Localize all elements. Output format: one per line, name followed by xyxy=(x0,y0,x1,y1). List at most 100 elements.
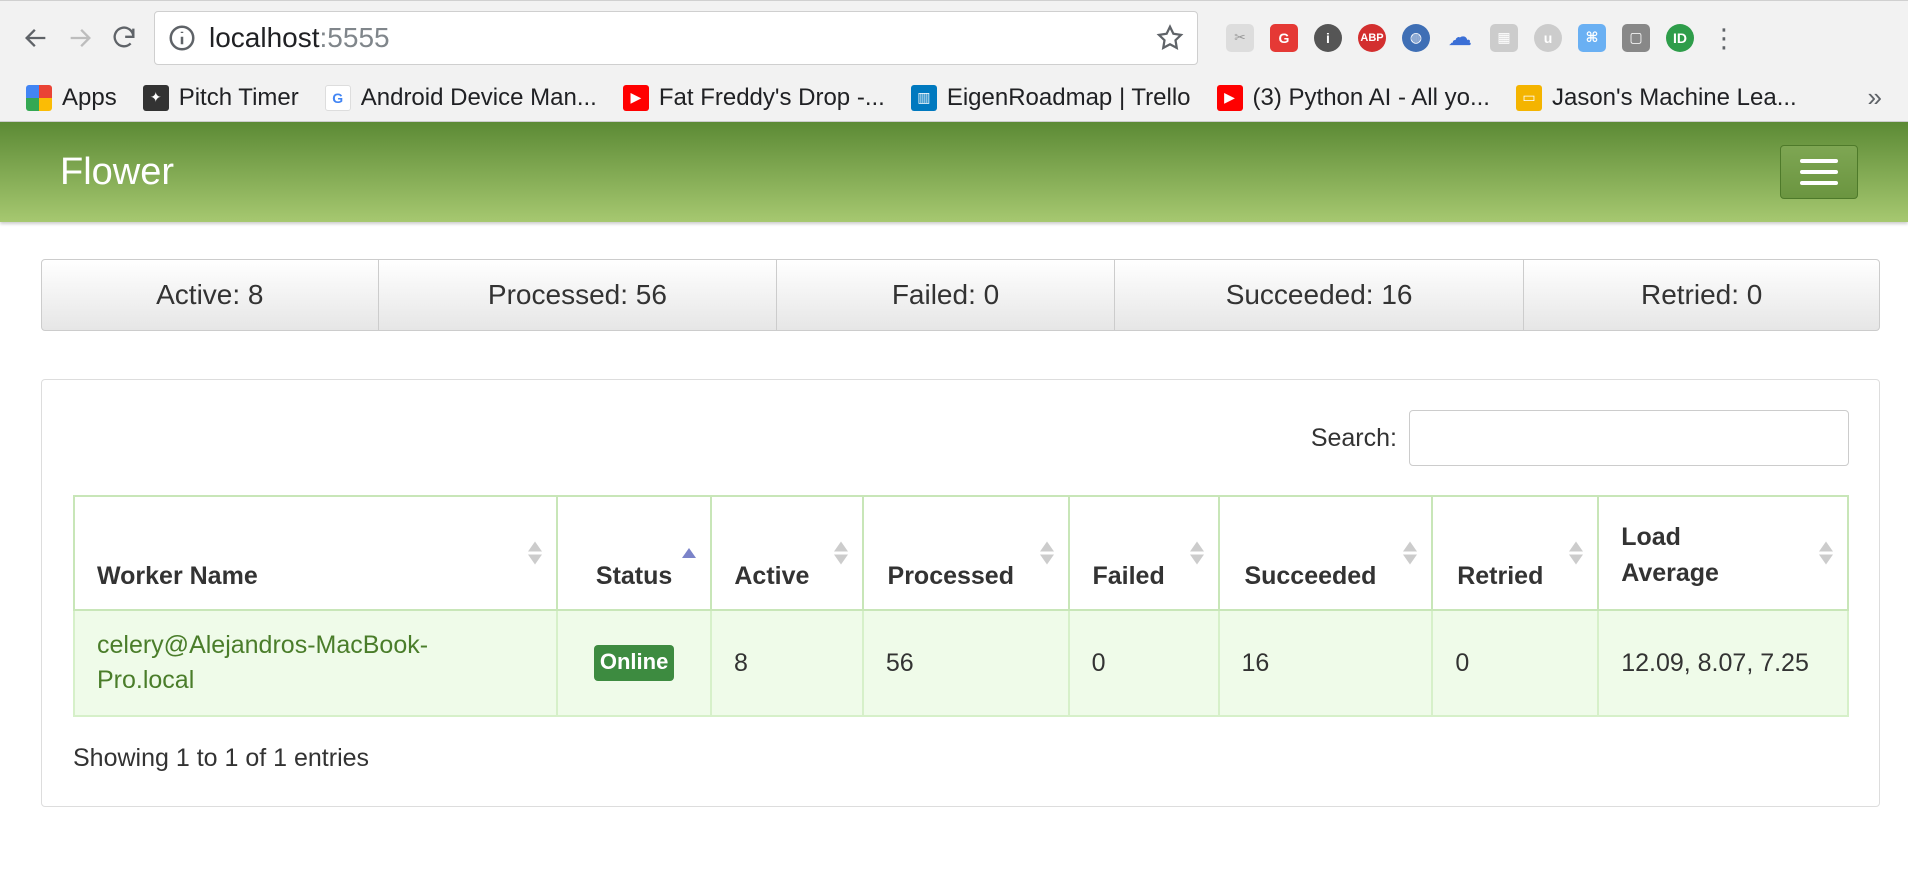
stats-bar: Active: 8 Processed: 56 Failed: 0 Succee… xyxy=(41,259,1880,331)
bookmarks-bar: Apps ✦ Pitch Timer G Android Device Man.… xyxy=(0,74,1908,122)
bookmark-label: EigenRoadmap | Trello xyxy=(946,83,1191,111)
extension-9[interactable]: ⌘ xyxy=(1570,16,1614,60)
bookmark-label: Pitch Timer xyxy=(178,83,299,111)
workers-panel: Search: Worker Name Status Active Proces xyxy=(41,379,1880,807)
stat-retried[interactable]: Retried: 0 xyxy=(1524,260,1879,330)
extension-6[interactable]: ☁ xyxy=(1438,16,1482,60)
header-label: Load Average xyxy=(1621,522,1719,587)
header-label: Retried xyxy=(1457,562,1544,590)
hamburger-line xyxy=(1800,170,1838,174)
sort-icon xyxy=(1403,541,1418,565)
bookmark-label: Fat Freddy's Drop -... xyxy=(658,83,885,111)
header-label: Worker Name xyxy=(97,562,258,590)
arrow-left-icon xyxy=(25,28,46,47)
status-badge: Online xyxy=(593,645,675,681)
youtube-icon: ▶ xyxy=(1216,84,1243,111)
youtube-icon: ▶ xyxy=(622,84,649,111)
pitch-timer-icon: ✦ xyxy=(142,84,169,111)
blocks-icon: ▦ xyxy=(1490,23,1518,52)
table-info: Showing 1 to 1 of 1 entries xyxy=(73,744,370,772)
sort-icon xyxy=(1819,541,1833,565)
workers-table: Worker Name Status Active Processed Fail… xyxy=(72,495,1849,717)
extension-3[interactable]: i xyxy=(1306,16,1350,60)
browser-toolbar: localhost:5555 ✂ G i ABP ◍ ☁ ▦ u ⌘ ▢ ID … xyxy=(0,0,1908,74)
info-icon[interactable] xyxy=(167,23,197,53)
adblock-icon: ABP xyxy=(1358,23,1386,52)
stat-processed[interactable]: Processed: 56 xyxy=(379,260,778,330)
navbar-toggle-button[interactable] xyxy=(1780,145,1858,199)
sort-icon xyxy=(1569,541,1584,565)
google-icon: G xyxy=(324,84,351,111)
bookmark-android-device-manager[interactable]: G Android Device Man... xyxy=(324,83,597,112)
bookmark-label: Apps xyxy=(62,83,117,111)
bookmark-jasons-machine-learning[interactable]: ▭ Jason's Machine Lea... xyxy=(1515,84,1797,112)
extension-5[interactable]: ◍ xyxy=(1394,16,1438,60)
command-icon: ⌘ xyxy=(1578,23,1606,52)
sort-icon xyxy=(833,541,848,565)
table-header-row: Worker Name Status Active Processed Fail… xyxy=(72,495,1849,611)
extension-2[interactable]: G xyxy=(1262,16,1306,60)
bookmark-apps[interactable]: Apps xyxy=(26,84,117,112)
extensions-bar: ✂ G i ABP ◍ ☁ ▦ u ⌘ ▢ ID ⋮ xyxy=(1218,16,1746,60)
header-label: Status xyxy=(595,562,673,590)
slides-icon: ▭ xyxy=(1515,84,1542,111)
extension-4[interactable]: ABP xyxy=(1350,16,1394,60)
bookmark-star-icon[interactable] xyxy=(1155,23,1185,53)
worker-link[interactable]: celery@Alejandros-MacBook-Pro.local xyxy=(97,631,428,694)
address-bar[interactable]: localhost:5555 xyxy=(154,10,1198,65)
extension-11[interactable]: ID xyxy=(1658,16,1702,60)
cell-worker-name: celery@Alejandros-MacBook-Pro.local xyxy=(72,609,559,717)
cell-status: Online xyxy=(556,609,712,717)
bookmark-python-ai[interactable]: ▶ (3) Python AI - All yo... xyxy=(1216,83,1490,112)
column-header-succeeded[interactable]: Succeeded xyxy=(1217,495,1434,611)
url-port: :5555 xyxy=(319,21,390,53)
kebab-menu-icon: ⋮ xyxy=(1711,22,1737,53)
globe-icon: ◍ xyxy=(1402,23,1430,52)
forward-button[interactable] xyxy=(58,16,102,60)
sort-icon xyxy=(528,541,543,565)
stat-succeeded[interactable]: Succeeded: 16 xyxy=(1115,260,1525,330)
column-header-failed[interactable]: Failed xyxy=(1067,495,1220,611)
table-row: celery@Alejandros-MacBook-Pro.local Onli… xyxy=(72,609,1849,717)
search-input[interactable] xyxy=(1409,410,1849,466)
extension-7[interactable]: ▦ xyxy=(1482,16,1526,60)
back-button[interactable] xyxy=(14,16,58,60)
grammarly-icon: G xyxy=(1270,23,1298,52)
header-label: Processed xyxy=(887,562,1014,590)
column-header-active[interactable]: Active xyxy=(709,495,864,611)
extension-10[interactable]: ▢ xyxy=(1614,16,1658,60)
cell-succeeded: 16 xyxy=(1217,609,1434,717)
cloud-icon: ☁ xyxy=(1448,24,1472,51)
bookmark-label: (3) Python AI - All yo... xyxy=(1252,83,1490,111)
hamburger-line xyxy=(1800,181,1838,185)
search-label: Search: xyxy=(1310,423,1397,452)
reload-button[interactable] xyxy=(102,16,146,60)
ublock-icon: u xyxy=(1534,23,1562,52)
url-host: localhost xyxy=(209,21,320,53)
reload-icon xyxy=(113,25,135,47)
column-header-status[interactable]: Status xyxy=(556,495,712,611)
more-bookmarks-button[interactable]: » xyxy=(1868,82,1882,113)
stat-failed[interactable]: Failed: 0 xyxy=(777,260,1115,330)
cell-retried: 0 xyxy=(1431,609,1600,717)
bookmark-fat-freddys-drop[interactable]: ▶ Fat Freddy's Drop -... xyxy=(622,83,885,112)
header-label: Failed xyxy=(1092,562,1165,590)
extension-1[interactable]: ✂ xyxy=(1218,16,1262,60)
extension-8[interactable]: u xyxy=(1526,16,1570,60)
cell-processed: 56 xyxy=(861,609,1070,717)
trello-icon: ▥ xyxy=(910,84,937,111)
menu-button[interactable]: ⋮ xyxy=(1702,16,1746,60)
header-label: Active xyxy=(734,562,810,590)
stat-active[interactable]: Active: 8 xyxy=(42,260,379,330)
column-header-load-average[interactable]: Load Average xyxy=(1597,495,1849,611)
column-header-worker-name[interactable]: Worker Name xyxy=(72,495,559,611)
column-header-retried[interactable]: Retried xyxy=(1431,495,1600,611)
sort-icon xyxy=(1189,541,1204,565)
header-label: Succeeded xyxy=(1244,562,1377,590)
column-header-processed[interactable]: Processed xyxy=(861,495,1070,611)
bookmark-pitch-timer[interactable]: ✦ Pitch Timer xyxy=(142,83,299,112)
cell-failed: 0 xyxy=(1067,609,1220,717)
bookmark-label: Android Device Man... xyxy=(360,83,597,111)
brand-logo[interactable]: Flower xyxy=(60,151,174,194)
bookmark-eigenroadmap[interactable]: ▥ EigenRoadmap | Trello xyxy=(910,83,1191,112)
